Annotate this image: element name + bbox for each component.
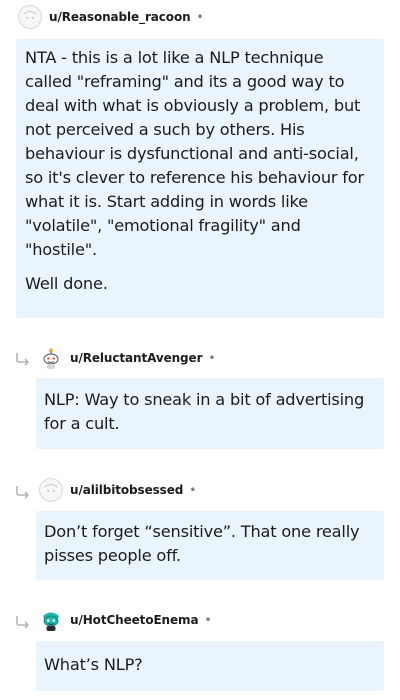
reply-arrow-icon (16, 616, 30, 629)
separator-dot: • (196, 10, 204, 24)
comment-body: What’s NLP? (36, 641, 384, 691)
snoo-avatar-icon[interactable] (39, 346, 63, 370)
reply-arrow-icon (16, 353, 30, 366)
comment-paragraph: NLP: Way to sneak in a bit of advertisin… (44, 390, 365, 433)
comment-reluctant-avenger: u/ReluctantAvenger • NLP: Way to sneak i… (0, 340, 400, 455)
comment-header: u/ReluctantAvenger • (39, 346, 215, 370)
comment-header: u/HotCheetoEnema • (39, 608, 212, 632)
comment-paragraph: NTA - this is a lot like a NLP technique… (25, 48, 364, 259)
comment-reasonable-racoon: u/Reasonable_racoon • NTA - this is a lo… (0, 0, 400, 320)
username[interactable]: u/ReluctantAvenger (70, 351, 203, 365)
separator-dot: • (189, 483, 197, 497)
comment-header: u/alilbitobsessed • (39, 478, 196, 502)
comment-body: NLP: Way to sneak in a bit of advertisin… (36, 378, 384, 449)
separator-dot: • (204, 613, 212, 627)
comment-paragraph: Well done. (25, 274, 108, 293)
comment-header: u/Reasonable_racoon • (18, 5, 204, 29)
username[interactable]: u/Reasonable_racoon (49, 10, 191, 24)
username[interactable]: u/HotCheetoEnema (70, 613, 199, 627)
comment-alilbitobsessed: u/alilbitobsessed • Don’t forget “sensit… (0, 475, 400, 585)
comment-paragraph: What’s NLP? (44, 655, 143, 674)
comment-body: Don’t forget “sensitive”. That one reall… (36, 511, 384, 580)
default-avatar-icon[interactable] (39, 478, 63, 502)
separator-dot: • (208, 351, 216, 365)
comment-hotcheetoenema: u/HotCheetoEnema • What’s NLP? (0, 605, 400, 697)
comment-paragraph: Don’t forget “sensitive”. That one reall… (44, 522, 360, 565)
snoo-avatar-icon[interactable] (39, 608, 63, 632)
reply-arrow-icon (16, 486, 30, 499)
username[interactable]: u/alilbitobsessed (70, 483, 183, 497)
comment-body: NTA - this is a lot like a NLP technique… (16, 39, 384, 318)
default-avatar-icon[interactable] (18, 5, 42, 29)
